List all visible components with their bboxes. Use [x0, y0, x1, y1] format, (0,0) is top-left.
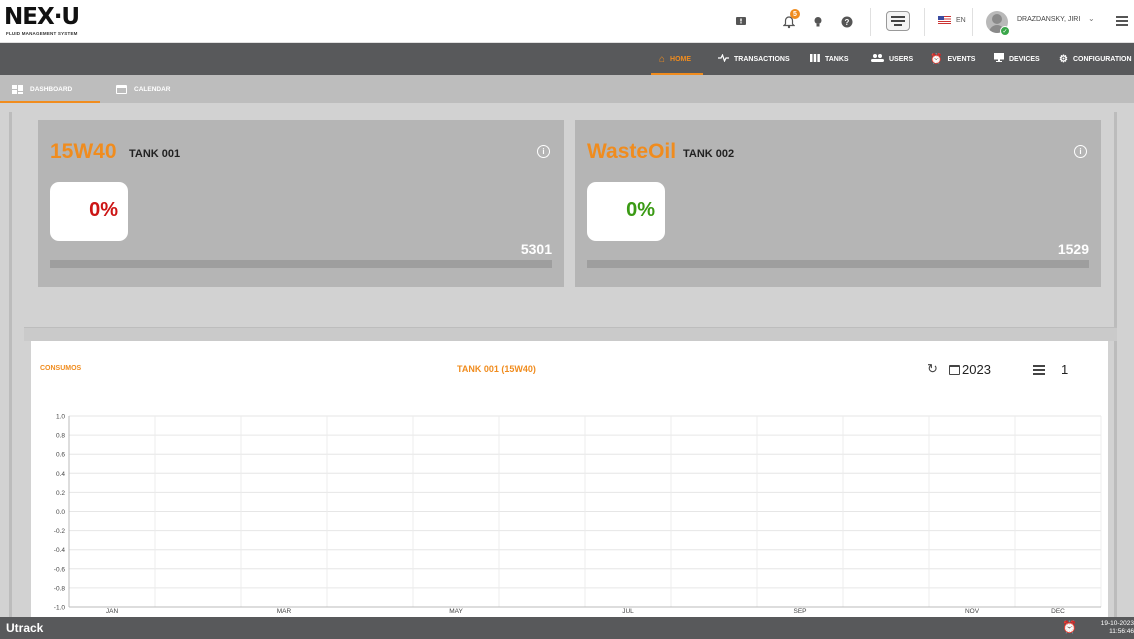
level-box: 0% — [50, 182, 128, 241]
consumption-chart-panel: CONSUMOS TANK 001 (15W40) ↻ 2023 1 1.0 0.… — [31, 341, 1108, 621]
level-bar — [587, 260, 1089, 268]
divider — [924, 8, 925, 36]
top-header: NEX·U FLUID MANAGEMENT SYSTEM 5 ? EN ✓ D… — [0, 0, 1134, 43]
level-bar — [50, 260, 552, 268]
help-icon[interactable]: ? — [836, 11, 858, 33]
y-tick-label: -1.0 — [54, 605, 66, 612]
level-box: 0% — [587, 182, 665, 241]
hamburger-menu-icon[interactable] — [1116, 15, 1128, 26]
chart-plot: 1.0 0.8 0.6 0.4 0.2 0.0 -0.2 -0.4 -0.6 -0.8 -1.0 JA… — [54, 414, 1102, 615]
y-tick-label: 1.0 — [56, 414, 65, 421]
nav-devices[interactable]: DEVICES — [994, 43, 1040, 75]
logo-text: NEX·U — [4, 4, 80, 30]
chat-icon[interactable] — [730, 11, 752, 33]
keyboard-icon[interactable] — [886, 11, 910, 31]
active-tab-indicator — [0, 101, 100, 103]
online-status-icon: ✓ — [1000, 26, 1010, 36]
y-tick-label: 0.4 — [56, 471, 65, 478]
nav-label: HOME — [670, 55, 692, 63]
home-icon: ⌂ — [659, 53, 666, 65]
x-tick-label: SEP — [793, 608, 806, 615]
tab-label: DASHBOARD — [30, 85, 73, 93]
tank-card[interactable]: 15W40 TANK 001 i 0% 5301 — [38, 120, 564, 287]
x-tick-label: JAN — [106, 608, 119, 615]
lightbulb-icon[interactable] — [807, 11, 829, 33]
language-selector[interactable]: EN — [938, 16, 966, 24]
product-name: 15W40 — [50, 140, 117, 163]
users-icon — [871, 53, 884, 65]
main-nav: ⌂ HOME TRANSACTIONS TANKS USERS ⏰ EVENTS… — [0, 43, 1134, 75]
divider — [972, 8, 973, 36]
x-tick-label: JUL — [622, 608, 634, 615]
tank-name: TANK 002 — [683, 148, 735, 160]
product-name: WasteOil — [587, 140, 677, 163]
x-tick-label: MAY — [449, 608, 463, 615]
pulse-icon — [718, 52, 729, 65]
language-label: EN — [956, 16, 966, 24]
nav-home[interactable]: ⌂ HOME — [659, 43, 691, 75]
level-percent: 0% — [89, 199, 118, 221]
x-tick-label: NOV — [965, 608, 980, 615]
y-tick-label: 0.6 — [56, 452, 65, 459]
footer-date: 19-10-2023 — [1100, 620, 1134, 627]
app-logo[interactable]: NEX·U FLUID MANAGEMENT SYSTEM — [4, 4, 114, 40]
monitor-icon — [994, 53, 1004, 65]
level-percent: 0% — [626, 199, 655, 221]
nav-label: TRANSACTIONS — [734, 55, 790, 63]
sub-tabs: DASHBOARD CALENDAR — [0, 75, 1134, 103]
y-tick-label: -0.6 — [54, 566, 66, 573]
tank-volume: 1529 — [1057, 241, 1089, 257]
nav-label: CONFIGURATION — [1072, 55, 1132, 63]
y-tick-label: -0.4 — [54, 547, 66, 554]
calendar-icon — [116, 84, 127, 94]
content-frame-left — [9, 112, 12, 622]
alarm-clock-icon: ⏰ — [930, 53, 943, 65]
y-tick-label: 0.0 — [56, 509, 65, 516]
y-tick-label: 0.2 — [56, 490, 65, 497]
nav-transactions[interactable]: TRANSACTIONS — [718, 43, 790, 75]
chevron-down-icon[interactable]: ⌄ — [1088, 14, 1095, 23]
nav-label: DEVICES — [1009, 55, 1040, 63]
y-tick-label: -0.2 — [54, 528, 66, 535]
nav-configuration[interactable]: ⚙ CONFIGURATION — [1059, 43, 1132, 75]
svg-text:?: ? — [845, 18, 850, 27]
info-icon[interactable]: i — [537, 145, 550, 158]
tank-volume: 5301 — [520, 241, 552, 257]
chart-panel-header-strip — [24, 327, 1117, 341]
footer-brand: Utrack — [6, 621, 44, 635]
dashboard-icon — [12, 84, 23, 94]
nav-events[interactable]: ⏰ EVENTS — [930, 43, 975, 75]
tab-label: CALENDAR — [134, 85, 171, 93]
footer-bar: Utrack ⏰ 19-10-2023 11:56:46 — [0, 617, 1134, 639]
nav-tanks[interactable]: TANKS — [810, 43, 849, 75]
y-tick-label: -0.8 — [54, 585, 66, 592]
divider — [870, 8, 871, 36]
tab-dashboard[interactable]: DASHBOARD — [12, 75, 72, 103]
bell-icon[interactable]: 5 — [778, 9, 800, 33]
tank-card[interactable]: WasteOil TANK 002 i 0% 1529 — [575, 120, 1101, 287]
logo-subtitle: FLUID MANAGEMENT SYSTEM — [6, 31, 78, 36]
y-tick-label: 0.8 — [56, 433, 65, 440]
tank-name: TANK 001 — [129, 148, 181, 160]
alarm-clock-icon[interactable]: ⏰ — [1062, 620, 1077, 634]
nav-label: TANKS — [825, 55, 849, 63]
user-name[interactable]: DRAZDANSKY, JIRI — [1017, 16, 1080, 23]
content-frame-right — [1114, 112, 1117, 622]
nav-label: USERS — [889, 55, 914, 63]
x-tick-label: DEC — [1051, 608, 1065, 615]
info-icon[interactable]: i — [1074, 145, 1087, 158]
nav-label: EVENTS — [947, 55, 976, 63]
tanks-icon — [810, 53, 820, 65]
footer-time: 11:56:46 — [1109, 628, 1134, 635]
tab-calendar[interactable]: CALENDAR — [116, 75, 170, 103]
flag-icon — [938, 16, 951, 24]
x-tick-label: MAR — [277, 608, 292, 615]
footer-datetime: 19-10-2023 11:56:46 — [1090, 620, 1134, 636]
gear-icon: ⚙ — [1059, 53, 1068, 65]
notification-badge: 5 — [790, 9, 800, 19]
nav-users[interactable]: USERS — [871, 43, 913, 75]
